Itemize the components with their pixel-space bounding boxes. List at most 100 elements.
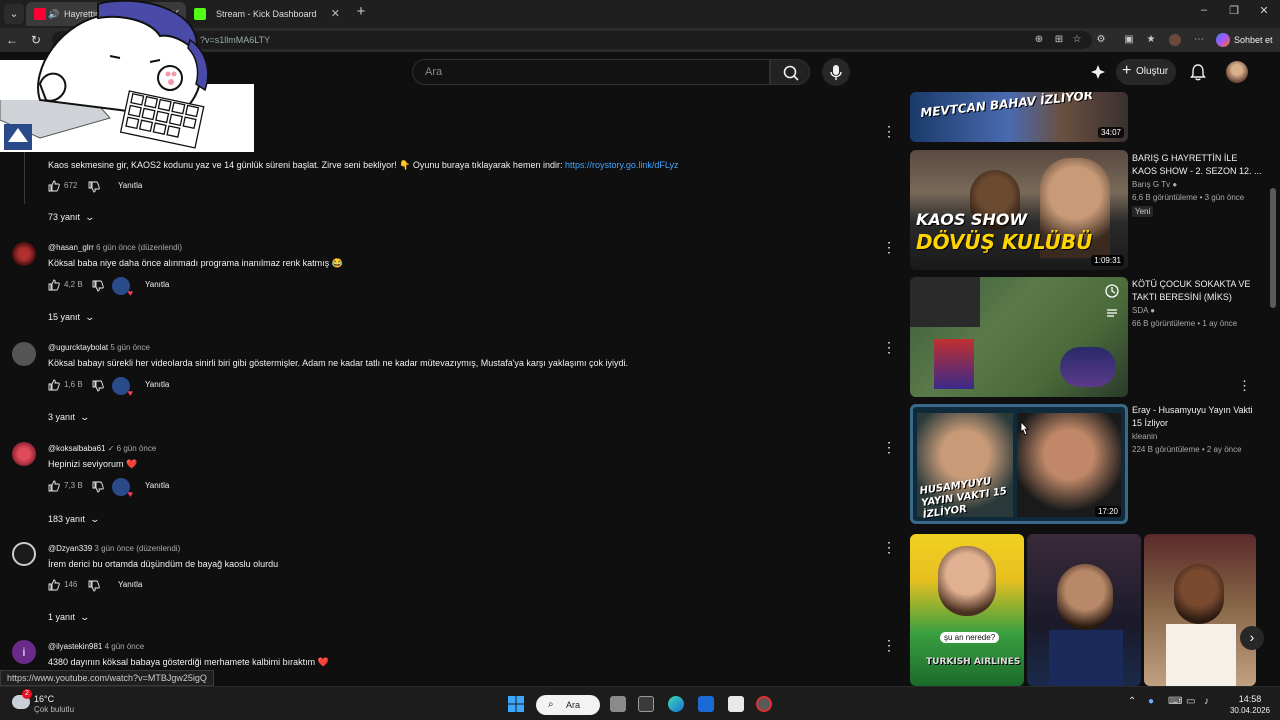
short-thumbnail[interactable] [1027,534,1141,686]
replies-toggle[interactable]: 1 yanıt ⌄ [48,612,90,623]
volume-icon[interactable]: ♪ [1204,696,1209,707]
commenter-avatar[interactable] [12,542,36,566]
comment-menu-icon[interactable]: ⋮ [882,340,896,354]
comment-author: @Dzyan339 3 gün önce (düzenlendi) [48,544,181,553]
dislike-icon[interactable] [92,280,104,292]
maximize-icon[interactable]: ❐ [1224,4,1244,17]
reply-button[interactable]: Yanıtla [118,580,142,589]
weather-temperature[interactable]: 16°C [34,694,54,704]
search-button[interactable] [770,59,810,85]
jersey-text: TURKISH AIRLINES [926,657,1021,667]
split-screen-icon[interactable]: ▣ [1122,33,1136,47]
thumbnail-person [1017,413,1121,517]
creator-heart-icon [112,277,133,298]
file-icon[interactable] [728,696,744,712]
thumbnail-clothing [1049,630,1123,686]
chevron-down-icon: ⌄ [84,312,96,322]
comment-menu-icon[interactable]: ⋮ [882,638,896,652]
comment-menu-icon[interactable]: ⋮ [882,240,896,254]
short-thumbnail[interactable] [1144,534,1256,686]
creator-heart-icon [112,478,133,499]
video-title[interactable]: KÖTÜ ÇOCUK SOKAKTA VE TAKTI BERESİNİ (Mİ… [1132,278,1262,304]
replies-toggle[interactable]: 3 yanıt ⌄ [48,412,90,423]
add-to-queue-icon[interactable] [1104,305,1120,321]
comment-menu-icon[interactable]: ⋮ [882,440,896,454]
thumbnail-character [934,339,974,389]
video-duration: 34:07 [1097,127,1124,138]
page-scrollbar[interactable] [1270,92,1276,686]
video-menu-icon[interactable]: ⋮ [1238,378,1251,394]
commenter-avatar[interactable] [12,342,36,366]
reply-button[interactable]: Yanıtla [145,380,169,389]
comment-menu-icon[interactable]: ⋮ [882,540,896,554]
windows-start-icon[interactable] [508,696,524,712]
voice-search-button[interactable] [822,58,850,86]
new-tab-button[interactable]: + [352,4,370,22]
thumbnail-person [1174,564,1224,624]
apps-icon[interactable]: ⊞ [1052,33,1066,47]
replies-toggle[interactable]: 183 yanıt ⌄ [48,514,100,525]
search-icon: ⌕ [548,699,554,710]
comment-menu-icon[interactable]: ⋮ [882,124,896,138]
extensions-icon[interactable]: ⚙ [1094,33,1108,47]
keyboard-icon[interactable]: ⌨ [1168,696,1182,707]
premium-spark-icon[interactable] [1088,62,1108,82]
edge-browser-icon[interactable] [668,696,684,712]
dislike-icon[interactable] [88,181,100,193]
commenter-avatar[interactable] [12,442,36,466]
video-thumbnail[interactable] [910,277,1128,397]
tray-overflow-icon[interactable]: ⌃ [1128,696,1136,707]
reply-button[interactable]: Yanıtla [145,280,169,289]
like-count: 7,3 B [64,481,83,490]
outlook-icon[interactable] [698,696,714,712]
screen: ⌄ Hayrettin 🔊 ✕ Stream - Kick Dashboard … [0,0,1280,720]
dislike-icon[interactable] [92,380,104,392]
translate-icon[interactable]: ⊕ [1032,33,1046,47]
store-icon[interactable] [638,696,654,712]
dislike-icon[interactable] [92,481,104,493]
short-thumbnail[interactable]: şu an nerede? TURKISH AIRLINES [910,534,1024,686]
like-icon[interactable] [48,379,60,391]
like-icon[interactable] [48,579,60,591]
video-channel[interactable]: Barış G Tv ● [1132,180,1177,189]
video-title[interactable]: BARIŞ G HAYRETTİN İLE KAOS SHOW - 2. SEZ… [1132,152,1262,178]
obs-icon[interactable] [756,696,772,712]
commenter-avatar[interactable]: i [12,640,36,664]
microphone-tray-icon[interactable]: ● [1148,696,1154,707]
commenter-avatar[interactable] [12,242,36,266]
close-window-icon[interactable]: ✕ [1254,4,1274,17]
copilot-button[interactable]: Sohbet et [1216,31,1273,49]
create-button[interactable]: + Oluştur [1116,59,1176,85]
shorts-next-arrow-icon[interactable]: › [1240,626,1264,650]
notifications-bell-icon[interactable] [1188,62,1208,82]
dislike-icon[interactable] [88,580,100,592]
minimize-icon[interactable]: – [1194,4,1214,16]
video-channel[interactable]: kleanin [1132,432,1157,441]
like-icon[interactable] [48,480,60,492]
reply-button[interactable]: Yanıtla [118,181,142,190]
video-channel[interactable]: SDA ● [1132,306,1155,315]
comment-link[interactable]: https://roystory.go.link/dFLyz [565,160,679,170]
video-thumbnail[interactable]: KAOS SHOW DÖVÜŞ KULÜBÜ 1:09:31 [910,150,1128,270]
like-icon[interactable] [48,279,60,291]
replies-toggle[interactable]: 73 yanıt ⌄ [48,212,95,223]
collections-icon[interactable]: ★ [1144,33,1158,47]
profile-avatar-icon[interactable] [1168,33,1182,47]
network-icon[interactable]: ▭ [1186,696,1195,707]
scrollbar-thumb[interactable] [1270,188,1276,308]
account-avatar[interactable] [1226,61,1248,83]
like-icon[interactable] [48,180,60,192]
replies-toggle[interactable]: 15 yanıt ⌄ [48,312,96,323]
taskbar-search-box[interactable]: ⌕ Ara [536,695,600,715]
video-title[interactable]: Eray - Husamyuyu Yayın Vakti 15 İzliyor [1132,404,1262,430]
close-tab-icon[interactable]: ✕ [331,2,340,26]
task-view-icon[interactable] [610,696,626,712]
comment-text: Köksal baba niye daha önce alınmadı prog… [48,258,343,268]
more-options-icon[interactable]: ⋯ [1192,33,1206,47]
watch-later-icon[interactable] [1104,283,1120,299]
video-thumbnail[interactable]: MEVTCAN BAHAV İZLİYOR 34:07 [910,92,1128,142]
taskbar-clock-time[interactable]: 14:58 [1226,694,1274,704]
favorite-star-icon[interactable]: ☆ [1070,33,1084,47]
reply-button[interactable]: Yanıtla [145,481,169,490]
search-input[interactable]: Ara [412,59,770,85]
